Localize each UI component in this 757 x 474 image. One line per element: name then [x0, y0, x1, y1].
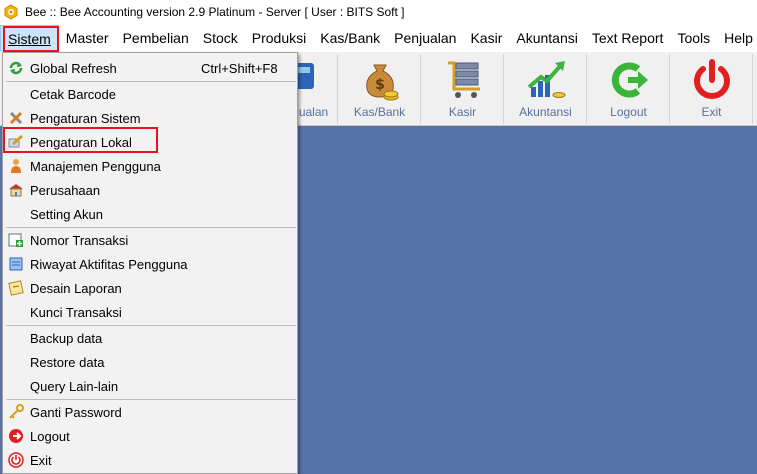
- exit-icon: [8, 452, 24, 468]
- menu-item-label: Logout: [30, 428, 70, 444]
- sistem-dropdown-menu: Global Refresh Ctrl+Shift+F8 Cetak Barco…: [2, 52, 298, 474]
- menu-item-cetak-barcode[interactable]: Cetak Barcode: [3, 82, 297, 106]
- menu-item-pengaturan-sistem[interactable]: Pengaturan Sistem: [3, 106, 297, 130]
- tools-icon: [9, 111, 23, 125]
- menu-produksi[interactable]: Produksi: [245, 25, 313, 51]
- menu-item-label: Pengaturan Sistem: [30, 110, 141, 126]
- menu-item-backup-data[interactable]: Backup data: [3, 326, 297, 350]
- menu-tools[interactable]: Tools: [670, 25, 717, 51]
- menu-text-report[interactable]: Text Report: [585, 25, 671, 51]
- menu-item-label: Kunci Transaksi: [30, 304, 122, 320]
- cashier-cart-icon: [447, 61, 480, 98]
- power-icon: [693, 59, 730, 99]
- menu-item-perusahaan[interactable]: Perusahaan: [3, 178, 297, 202]
- menu-item-label: Cetak Barcode: [30, 86, 116, 102]
- toolbar-kasir-button[interactable]: Kasir: [422, 54, 504, 124]
- toolbar-akuntansi-button[interactable]: Akuntansi: [505, 54, 587, 124]
- menu-item-logout[interactable]: Logout: [3, 424, 297, 448]
- refresh-icon: [9, 61, 23, 75]
- toolbar-akuntansi-label: Akuntansi: [519, 105, 572, 119]
- toolbar-logout-label: Logout: [610, 105, 647, 119]
- menu-sistem-label: Sistem: [8, 31, 51, 47]
- menu-item-ganti-password[interactable]: Ganti Password: [3, 400, 297, 424]
- menu-item-label: Nomor Transaksi: [30, 232, 129, 248]
- menu-kas-bank[interactable]: Kas/Bank: [313, 25, 387, 51]
- toolbar-penjualan-label: ualan: [298, 105, 329, 119]
- menu-item-label: Ganti Password: [30, 404, 122, 420]
- menu-kasir[interactable]: Kasir: [463, 25, 509, 51]
- pencil-edit-icon: [8, 134, 23, 148]
- menu-item-desain-laporan[interactable]: Desain Laporan: [3, 276, 297, 300]
- menu-item-exit[interactable]: Exit: [3, 448, 297, 472]
- logout-icon: [9, 429, 23, 443]
- bee-logo-icon: [4, 4, 18, 20]
- toolbar-kas-bank-label: Kas/Bank: [353, 105, 406, 119]
- menu-item-label: Global Refresh: [30, 60, 117, 76]
- menu-item-manajemen-pengguna[interactable]: Manajemen Pengguna: [3, 154, 297, 178]
- add-document-icon: [8, 233, 23, 247]
- report-design-icon: [8, 280, 24, 296]
- menu-item-kunci-transaksi[interactable]: Kunci Transaksi: [3, 300, 297, 324]
- key-icon: [9, 404, 24, 419]
- menu-bar: Sistem Master Pembelian Stock Produksi K…: [0, 24, 757, 52]
- menu-item-riwayat-aktifitas[interactable]: Riwayat Aktifitas Pengguna: [3, 252, 297, 276]
- menu-item-restore-data[interactable]: Restore data: [3, 350, 297, 374]
- money-bag-icon: $: [365, 64, 398, 101]
- history-icon: [9, 257, 23, 271]
- menu-item-label: Riwayat Aktifitas Pengguna: [30, 256, 188, 272]
- menu-stock[interactable]: Stock: [196, 25, 245, 51]
- menu-help[interactable]: Help: [717, 25, 757, 51]
- menu-item-query-lain-lain[interactable]: Query Lain-lain: [3, 374, 297, 398]
- user-icon: [11, 159, 21, 173]
- title-bar: Bee :: Bee Accounting version 2.9 Platin…: [0, 0, 757, 24]
- menu-item-label: Restore data: [30, 354, 105, 370]
- menu-item-label: Pengaturan Lokal: [30, 134, 132, 150]
- menu-sistem[interactable]: Sistem: [0, 25, 59, 51]
- chart-growth-icon: [527, 61, 565, 98]
- menu-item-label: Query Lain-lain: [30, 378, 119, 394]
- menu-item-nomor-transaksi[interactable]: Nomor Transaksi: [3, 228, 297, 252]
- menu-item-setting-akun[interactable]: Setting Akun: [3, 202, 297, 226]
- menu-pembelian[interactable]: Pembelian: [116, 25, 196, 51]
- menu-item-label: Exit: [30, 452, 52, 468]
- toolbar-logout-button[interactable]: Logout: [588, 54, 670, 124]
- building-icon: [9, 184, 23, 197]
- svg-text:$: $: [375, 77, 385, 93]
- menu-item-label: Perusahaan: [30, 182, 101, 198]
- toolbar-kas-bank-button[interactable]: $ Kas/Bank: [339, 54, 421, 124]
- menu-item-label: Manajemen Pengguna: [30, 158, 161, 174]
- menu-penjualan[interactable]: Penjualan: [387, 25, 463, 51]
- menu-akuntansi[interactable]: Akuntansi: [509, 25, 584, 51]
- menu-item-global-refresh[interactable]: Global Refresh Ctrl+Shift+F8: [3, 56, 297, 80]
- window-title: Bee :: Bee Accounting version 2.9 Platin…: [25, 5, 405, 19]
- toolbar-kasir-label: Kasir: [448, 105, 477, 119]
- logout-arrow-icon: [611, 62, 648, 98]
- menu-master[interactable]: Master: [59, 25, 116, 51]
- toolbar-exit-label: Exit: [701, 105, 722, 119]
- menu-item-shortcut: Ctrl+Shift+F8: [201, 60, 278, 76]
- menu-item-label: Desain Laporan: [30, 280, 122, 296]
- menu-item-label: Setting Akun: [30, 206, 103, 222]
- toolbar-exit-button[interactable]: Exit: [671, 54, 753, 124]
- menu-item-pengaturan-lokal[interactable]: Pengaturan Lokal: [3, 130, 297, 154]
- menu-item-label: Backup data: [30, 330, 103, 346]
